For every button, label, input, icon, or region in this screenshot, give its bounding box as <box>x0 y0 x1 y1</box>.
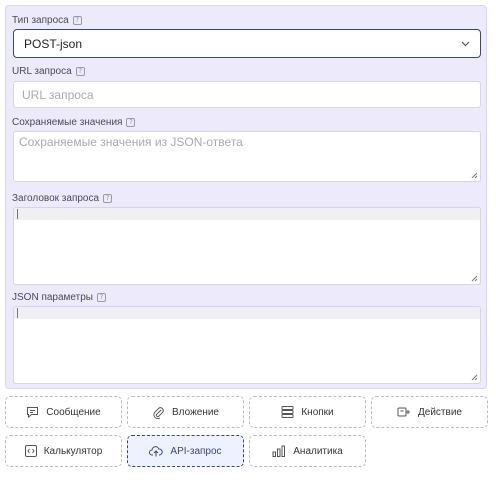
cloud-upload-icon <box>149 446 164 457</box>
request-type-label-text: Тип запроса <box>12 14 69 26</box>
help-icon[interactable]: ? <box>72 15 82 25</box>
resize-handle-icon[interactable] <box>471 374 478 381</box>
json-params-editor[interactable] <box>13 306 481 384</box>
text-cursor <box>17 209 18 219</box>
url-label-text: URL запроса <box>12 65 72 77</box>
add-attachment-button[interactable]: Вложение <box>127 396 244 428</box>
saved-values-label: Сохраняемые значения ? <box>12 116 136 128</box>
saved-values-textarea[interactable]: Сохраняемые значения из JSON-ответа <box>13 131 481 182</box>
headers-label: Заголовок запроса ? <box>12 192 113 204</box>
resize-handle-icon[interactable] <box>471 275 478 282</box>
help-icon[interactable]: ? <box>103 193 113 203</box>
saved-values-placeholder: Сохраняемые значения из JSON-ответа <box>19 135 243 149</box>
add-message-label: Сообщение <box>46 406 101 418</box>
message-icon <box>27 407 39 418</box>
headers-editor[interactable] <box>13 207 481 285</box>
help-icon[interactable]: ? <box>75 66 85 76</box>
buttons-icon <box>281 406 294 418</box>
chevron-down-icon <box>460 39 470 49</box>
add-buttons-label: Кнопки <box>301 406 334 418</box>
add-calculator-label: Калькулятор <box>43 445 103 457</box>
saved-values-label-text: Сохраняемые значения <box>12 116 123 128</box>
add-calculator-button[interactable]: Калькулятор <box>5 435 122 467</box>
request-type-value: POST-json <box>24 36 83 51</box>
action-icon <box>397 407 411 417</box>
headers-label-text: Заголовок запроса <box>12 192 100 204</box>
paperclip-icon <box>153 406 164 419</box>
add-api-request-button[interactable]: API-запрос <box>127 435 244 467</box>
add-analytics-label: Аналитика <box>293 445 343 457</box>
add-message-button[interactable]: Сообщение <box>5 396 122 428</box>
json-params-label-text: JSON параметры <box>12 291 93 303</box>
request-type-select[interactable]: POST-json <box>13 29 481 58</box>
help-icon[interactable]: ? <box>96 292 106 302</box>
url-input[interactable]: URL запроса <box>13 81 481 108</box>
active-line <box>14 208 480 220</box>
text-cursor <box>17 308 18 318</box>
code-icon <box>24 445 37 457</box>
add-buttons-button[interactable]: Кнопки <box>249 396 366 428</box>
url-label: URL запроса ? <box>12 65 85 77</box>
active-line <box>14 307 480 319</box>
request-type-label: Тип запроса ? <box>12 14 82 26</box>
json-params-label: JSON параметры ? <box>12 291 106 303</box>
help-icon[interactable]: ? <box>126 117 136 127</box>
url-placeholder: URL запроса <box>22 88 94 102</box>
add-action-button[interactable]: Действие <box>371 396 488 428</box>
add-analytics-button[interactable]: Аналитика <box>249 435 366 467</box>
add-attachment-label: Вложение <box>172 406 219 418</box>
add-action-label: Действие <box>418 406 462 418</box>
api-request-form: Тип запроса ? POST-json URL запроса ? UR… <box>5 5 487 389</box>
analytics-icon <box>272 445 286 457</box>
resize-handle-icon[interactable] <box>471 172 478 179</box>
add-api-request-label: API-запрос <box>170 445 222 457</box>
